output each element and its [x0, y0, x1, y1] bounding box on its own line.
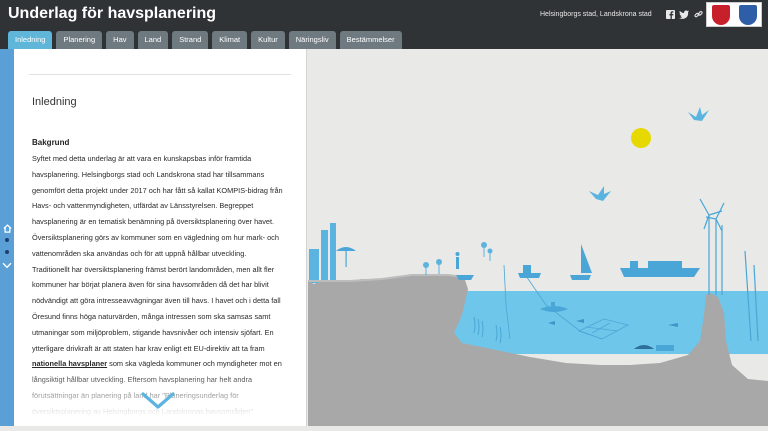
tab-strand[interactable]: Strand	[172, 31, 209, 49]
text-line: kommuner har börjat planera även för sin…	[32, 280, 269, 290]
body-text: Syftet med detta underlag är att vara en…	[32, 151, 306, 420]
home-icon[interactable]	[2, 223, 12, 233]
divider	[29, 74, 291, 75]
tab-hav[interactable]: Hav	[106, 31, 134, 49]
text-line: ytterligare drivkraft är att staten har …	[32, 343, 265, 353]
text-line: Översiktsplanering görs av kommuner som …	[32, 232, 279, 242]
text-line: långsiktigt hållbar utveckling. Eftersom…	[32, 375, 253, 385]
text-line: nödvändigt att göra intresseavvägningar …	[32, 296, 281, 306]
section-title: Inledning	[32, 96, 77, 108]
tab-bestämmelser[interactable]: Bestämmelser	[339, 31, 402, 49]
nav-dot-2[interactable]	[5, 250, 9, 254]
text-line: Öresund finns höga naturvärden, många in…	[32, 311, 271, 321]
link-icon[interactable]	[693, 9, 703, 19]
text-line: Havs- och vattenmyndigheten, utfärdat av…	[32, 201, 254, 211]
landskrona-logo	[738, 4, 757, 25]
text-line: Syftet med detta underlag är att vara en…	[32, 154, 252, 163]
tab-klimat[interactable]: Klimat	[212, 31, 248, 49]
scroll-down-chevron-icon[interactable]	[140, 391, 176, 411]
twitter-icon[interactable]	[679, 9, 689, 19]
share-buttons	[665, 9, 703, 19]
facebook-icon[interactable]	[665, 9, 675, 19]
text-line-with-link: nationella havsplaner som ska vägleda ko…	[32, 356, 306, 372]
text-line: havsplanering. Helsingborgs stad och Lan…	[32, 169, 265, 179]
nav-dot-1[interactable]	[5, 238, 9, 242]
tab-land[interactable]: Land	[137, 31, 169, 49]
text-line: havsplanering är en tematisk benämning p…	[32, 217, 275, 227]
link-line-rest: som ska vägleda kommuner och myndigheter…	[107, 359, 282, 369]
tab-inledning[interactable]: Inledning	[8, 31, 53, 49]
story-panel: Inledning Bakgrund Syftet med detta unde…	[14, 49, 307, 426]
tab-näringsliv[interactable]: Näringsliv	[288, 31, 336, 49]
nationella-havsplaner-link[interactable]: nationella havsplaner	[32, 359, 107, 368]
municipality-logos	[706, 2, 762, 27]
text-line: vattenområden ska användas och för att u…	[32, 248, 247, 258]
story-navigation-strip	[0, 49, 14, 426]
text-line: Traditionellt har översiktsplanering frä…	[32, 264, 275, 274]
chevron-down-icon[interactable]	[2, 260, 12, 270]
header-bar: Underlag för havsplanering Inledning Plan…	[0, 0, 768, 49]
tab-kultur[interactable]: Kultur	[251, 31, 285, 49]
subheading: Bakgrund	[32, 138, 70, 147]
illustration-sea-scene	[308, 49, 768, 426]
organization-text: Helsingborgs stad, Landskrona stad	[540, 11, 652, 18]
app-title: Underlag för havsplanering	[8, 5, 217, 22]
tab-bar: Inledning Planering Hav Land Strand Klimat Kul…	[8, 31, 406, 49]
text-line: utmaningar som miljöproblem, stigande ha…	[32, 327, 274, 337]
text-line: genomfört detta projekt under 2017 och h…	[32, 185, 283, 195]
helsingborg-logo	[711, 4, 730, 25]
tab-planering[interactable]: Planering	[56, 31, 103, 49]
